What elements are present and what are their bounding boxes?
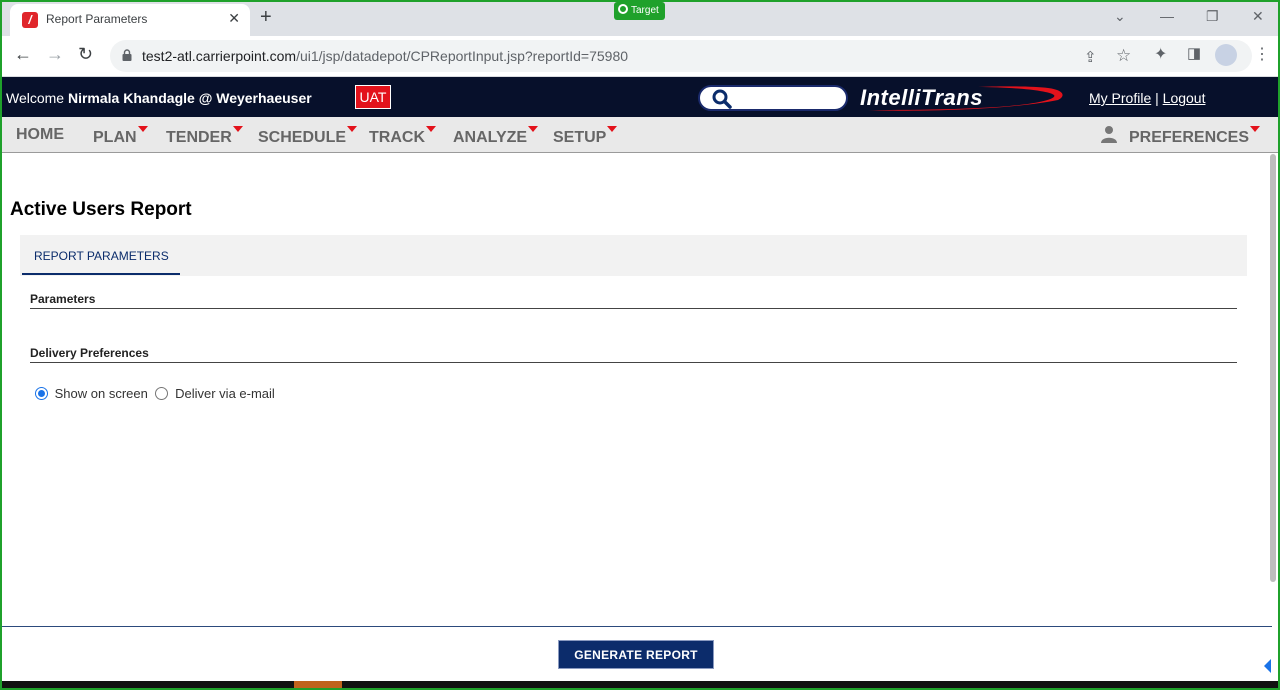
url-host: test2-atl.carrierpoint.com (142, 48, 297, 64)
page-title: Active Users Report (10, 199, 192, 220)
nav-tender-label: TENDER (166, 129, 232, 146)
logo-wordmark: IntelliTrans (860, 85, 983, 110)
nav-home[interactable]: HOME (16, 126, 64, 144)
browser-window: / Report Parameters ✕ + Target ⌄ — ❐ ✕ ←… (0, 0, 1280, 690)
address-bar[interactable]: test2-atl.carrierpoint.com/ui1/jsp/datad… (110, 40, 1252, 72)
header-links: My Profile | Logout (1089, 90, 1205, 106)
nav-preferences-label: PREFERENCES (1129, 129, 1250, 146)
browser-toolbar: ← → ↻ test2-atl.carrierpoint.com/ui1/jsp… (2, 36, 1278, 77)
caret-down-icon (426, 126, 436, 132)
welcome-text: Welcome Nirmala Khandagle @ Weyerhaeuser (6, 90, 312, 106)
back-arrow-icon[interactable]: ← (14, 44, 32, 65)
search-icon (712, 89, 732, 109)
nav-tender[interactable]: TENDER (166, 126, 243, 147)
environment-badge: UAT (355, 85, 391, 109)
welcome-prefix: Welcome (6, 90, 68, 106)
browser-tab[interactable]: / Report Parameters ✕ (10, 4, 250, 36)
url-text: test2-atl.carrierpoint.com/ui1/jsp/datad… (142, 48, 628, 64)
nav-track-label: TRACK (369, 129, 425, 146)
radio-deliver-email-label: Deliver via e-mail (175, 386, 275, 401)
profile-avatar-icon[interactable] (1215, 44, 1237, 66)
target-icon (618, 4, 628, 14)
carrierpoint-favicon-icon: / (22, 12, 38, 28)
header-link-separator: | (1151, 90, 1163, 106)
caret-down-icon (137, 126, 148, 132)
side-panel-icon[interactable]: ◨ (1187, 44, 1201, 62)
caret-down-icon (528, 126, 539, 132)
taskbar-app-icon[interactable] (294, 681, 342, 688)
radio-show-on-screen-label: Show on screen (54, 386, 148, 401)
collapse-arrow-icon[interactable] (1264, 659, 1271, 673)
close-window-button[interactable]: ✕ (1252, 8, 1264, 25)
radio-show-on-screen[interactable]: Show on screen (35, 386, 151, 401)
radio-deliver-email-control[interactable] (155, 387, 169, 400)
target-badge-label: Target (631, 5, 659, 16)
menu-kebab-icon[interactable]: ⋮ (1254, 44, 1270, 64)
parameters-divider (30, 308, 1237, 309)
delivery-section-title: Delivery Preferences (30, 346, 149, 360)
target-badge: Target (614, 2, 665, 20)
forward-arrow-icon[interactable]: → (46, 44, 64, 65)
os-taskbar (2, 681, 1278, 688)
url-path: /ui1/jsp/datadepot/CPReportInput.jsp?rep… (296, 48, 629, 64)
parameters-section-title: Parameters (30, 292, 96, 306)
nav-schedule-label: SCHEDULE (258, 129, 347, 146)
user-name: Nirmala Khandagle @ Weyerhaeuser (67, 90, 312, 106)
report-tab-strip: REPORT PARAMETERS (20, 235, 1247, 276)
main-navigation: HOME PLAN TENDER SCHEDULE TRACK ANALYZE … (2, 117, 1278, 153)
delivery-options: Show on screen Deliver via e-mail (35, 386, 275, 401)
tab-report-parameters[interactable]: REPORT PARAMETERS (22, 235, 180, 275)
minimize-button[interactable]: — (1160, 8, 1174, 24)
tab-search-icon[interactable]: ⌄ (1114, 8, 1126, 25)
nav-plan[interactable]: PLAN (93, 126, 148, 147)
caret-down-icon (232, 126, 243, 132)
caret-down-icon (347, 126, 358, 132)
footer-divider (2, 626, 1272, 627)
caret-down-icon (607, 126, 618, 132)
nav-setup-label: SETUP (553, 129, 607, 146)
app-header: Welcome Nirmala Khandagle @ Weyerhaeuser… (2, 77, 1278, 117)
nav-analyze-label: ANALYZE (453, 129, 528, 146)
tab-close-icon[interactable]: ✕ (228, 10, 240, 27)
header-search-input[interactable] (698, 85, 848, 111)
restore-button[interactable]: ❐ (1206, 8, 1219, 25)
reload-icon[interactable]: ↻ (78, 44, 93, 65)
nav-home-label: HOME (16, 126, 64, 143)
share-icon[interactable]: ⇪ (1084, 48, 1097, 66)
my-profile-link[interactable]: My Profile (1089, 90, 1151, 106)
nav-schedule[interactable]: SCHEDULE (258, 126, 358, 147)
intellitrans-logo: IntelliTrans (858, 82, 1068, 114)
nav-plan-label: PLAN (93, 129, 137, 146)
logout-link[interactable]: Logout (1163, 90, 1206, 106)
caret-down-icon (1250, 126, 1261, 132)
browser-tab-bar: / Report Parameters ✕ + Target ⌄ — ❐ ✕ (2, 2, 1278, 36)
bookmark-star-icon[interactable]: ☆ (1116, 46, 1131, 66)
person-icon (1101, 126, 1117, 143)
nav-track[interactable]: TRACK (369, 126, 436, 147)
radio-deliver-email[interactable]: Deliver via e-mail (155, 386, 275, 401)
generate-report-button[interactable]: GENERATE REPORT (558, 640, 714, 669)
nav-setup[interactable]: SETUP (553, 126, 618, 147)
nav-preferences[interactable]: PREFERENCES (1129, 126, 1261, 147)
radio-show-on-screen-control[interactable] (35, 387, 48, 400)
lock-icon (122, 49, 132, 61)
extensions-icon[interactable]: ✦ (1154, 44, 1167, 64)
delivery-divider (30, 362, 1237, 363)
tab-report-parameters-label: REPORT PARAMETERS (34, 249, 169, 263)
nav-analyze[interactable]: ANALYZE (453, 126, 539, 147)
tab-title: Report Parameters (46, 12, 148, 26)
new-tab-button[interactable]: + (260, 6, 272, 29)
page-scrollbar[interactable] (1270, 154, 1276, 582)
